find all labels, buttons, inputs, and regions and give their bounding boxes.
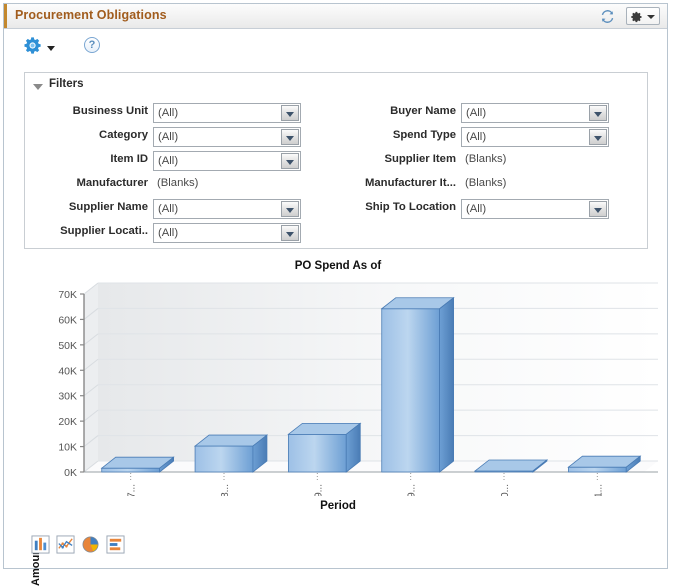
- filter-dropdown[interactable]: (All): [153, 127, 301, 147]
- filter-row: Buyer Name (All): [343, 103, 643, 123]
- chevron-down-icon: [647, 15, 655, 19]
- chevron-down-icon[interactable]: [281, 225, 299, 241]
- filter-row: Manufacturer (Blanks): [35, 175, 335, 195]
- svg-text:07...: 07...: [127, 484, 138, 496]
- svg-text:09...: 09...: [313, 484, 324, 496]
- svg-text:10...: 10...: [500, 484, 511, 496]
- chevron-down-icon[interactable]: [589, 201, 607, 217]
- filter-label: Supplier Locati..: [60, 225, 148, 237]
- filter-static-value: (Blanks): [157, 177, 199, 189]
- bar[interactable]: [380, 296, 455, 473]
- help-icon[interactable]: ?: [84, 37, 100, 53]
- chart-type-selector: [31, 535, 141, 557]
- pagelet-settings-button[interactable]: [626, 7, 660, 25]
- pagelet-panel: Procurement Obligations ? Filters Busine…: [3, 3, 668, 586]
- svg-text:11...: 11...: [593, 484, 604, 496]
- vertical-bar-chart-icon[interactable]: [31, 535, 51, 555]
- filter-value: (All): [158, 107, 179, 119]
- filter-dropdown[interactable]: (All): [153, 103, 301, 123]
- horizontal-bar-chart-icon[interactable]: [106, 535, 126, 555]
- svg-text:09...: 09...: [407, 484, 418, 496]
- chart-container: PO Spend As of Amount Period 0K 10K 20K 30K…: [18, 256, 658, 586]
- chevron-down-icon[interactable]: [589, 105, 607, 121]
- chevron-down-icon[interactable]: [281, 129, 299, 145]
- chevron-down-icon[interactable]: [589, 129, 607, 145]
- filter-row: Supplier Locati.. (All): [35, 223, 335, 243]
- filter-value: (All): [158, 155, 179, 167]
- filter-dropdown[interactable]: (All): [461, 127, 609, 147]
- pagelet-title-bar: Procurement Obligations: [4, 4, 667, 29]
- bar[interactable]: [193, 434, 269, 473]
- filter-label: Spend Type: [392, 129, 456, 141]
- filter-row: Category (All): [35, 127, 335, 147]
- gear-icon[interactable]: [24, 36, 43, 60]
- filter-label: Ship To Location: [365, 201, 456, 213]
- svg-text:10K: 10K: [58, 442, 77, 454]
- filter-label: Manufacturer: [76, 177, 148, 189]
- filter-row: Supplier Item (Blanks): [343, 151, 643, 171]
- chevron-down-icon[interactable]: [281, 153, 299, 169]
- filter-dropdown[interactable]: (All): [461, 199, 609, 219]
- filter-value: (All): [158, 227, 179, 239]
- filter-row: Spend Type (All): [343, 127, 643, 147]
- filter-label: Supplier Name: [68, 201, 148, 213]
- filter-label: Category: [99, 129, 148, 141]
- svg-text:20K: 20K: [58, 416, 77, 428]
- filter-value: (All): [158, 203, 179, 215]
- svg-text:40K: 40K: [58, 365, 77, 377]
- chart-x-axis-label: Period: [320, 500, 356, 512]
- filter-dropdown[interactable]: (All): [153, 223, 301, 243]
- filter-label: Manufacturer It...: [364, 177, 456, 189]
- refresh-icon[interactable]: [600, 9, 615, 24]
- bar[interactable]: [100, 456, 175, 473]
- filter-label: Buyer Name: [390, 105, 456, 117]
- filter-row: Manufacturer It... (Blanks): [343, 175, 643, 195]
- line-chart-icon[interactable]: [56, 535, 76, 555]
- chevron-down-icon[interactable]: [281, 105, 299, 121]
- filters-title: Filters: [49, 78, 84, 90]
- chart-title: PO Spend As of: [294, 260, 382, 272]
- filter-dropdown[interactable]: (All): [461, 103, 609, 123]
- svg-text:70K: 70K: [58, 289, 77, 301]
- filter-row: Business Unit (All): [35, 103, 335, 123]
- filters-collapse-toggle[interactable]: [33, 84, 43, 90]
- pie-chart-icon[interactable]: [81, 535, 101, 555]
- bar[interactable]: [287, 422, 362, 473]
- filter-row: Ship To Location (All): [343, 199, 643, 219]
- filter-row: Supplier Name (All): [35, 199, 335, 219]
- filters-panel: Filters Business Unit (All) Category (All) I…: [24, 72, 648, 249]
- svg-text:50K: 50K: [58, 340, 77, 352]
- chevron-down-icon[interactable]: [281, 201, 299, 217]
- svg-text:30K: 30K: [58, 391, 77, 403]
- filter-static-value: (Blanks): [465, 177, 507, 189]
- filter-label: Item ID: [110, 153, 148, 165]
- svg-text:60K: 60K: [58, 314, 77, 326]
- title-accent-bar: [4, 4, 7, 28]
- filter-row: Item ID (All): [35, 151, 335, 171]
- bar-chart-plot[interactable]: 0K 10K 20K 30K 40K 50K 60K 70K 07... 08... 09... 09…: [18, 274, 658, 496]
- pagelet-action-toolbar: ?: [4, 29, 667, 62]
- page-title: Procurement Obligations: [15, 8, 167, 22]
- bar[interactable]: [567, 455, 642, 473]
- filter-label: Supplier Item: [384, 153, 456, 165]
- filter-value: (All): [466, 107, 487, 119]
- gear-icon: [631, 10, 643, 28]
- filter-value: (All): [466, 203, 487, 215]
- filter-label: Business Unit: [72, 105, 148, 117]
- filter-static-value: (Blanks): [465, 153, 507, 165]
- filter-value: (All): [466, 131, 487, 143]
- filter-value: (All): [158, 131, 179, 143]
- svg-text:08...: 08...: [220, 484, 231, 496]
- filter-dropdown[interactable]: (All): [153, 151, 301, 171]
- filter-dropdown[interactable]: (All): [153, 199, 301, 219]
- svg-text:0K: 0K: [64, 467, 77, 479]
- caret-down-icon[interactable]: [47, 46, 55, 51]
